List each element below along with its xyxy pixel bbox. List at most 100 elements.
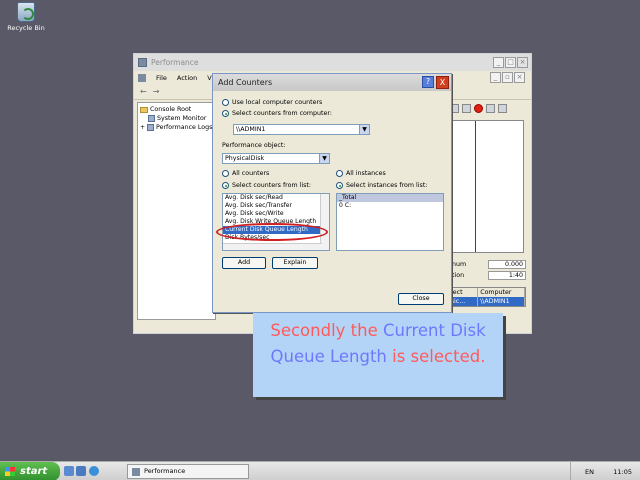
menu-action[interactable]: Action <box>177 74 197 82</box>
radio-instances-list[interactable]: Select instances from list: <box>336 182 427 189</box>
radio-label: All instances <box>346 170 386 177</box>
menu-app-icon <box>138 73 146 82</box>
system-tray: EN 11:05 <box>570 462 640 480</box>
list-item[interactable]: Disk Bytes/sec <box>223 234 329 242</box>
counter-legend[interactable]: bject Computer ysic... \\ADMIN1 <box>444 287 526 307</box>
help-icon[interactable] <box>498 104 507 113</box>
stat-value: 1:40 <box>488 271 526 280</box>
radio-label: Select instances from list: <box>346 182 428 189</box>
monitor-icon <box>148 115 155 122</box>
stat-label: num <box>452 261 467 268</box>
monitor-toolbar <box>450 104 507 113</box>
properties-icon[interactable] <box>486 104 495 113</box>
language-indicator[interactable]: EN <box>585 468 594 476</box>
radio-circle <box>222 99 229 106</box>
radio-circle <box>222 110 229 117</box>
folder-icon <box>140 106 148 113</box>
legend-header: bject Computer <box>445 288 525 297</box>
internet-explorer-icon[interactable] <box>89 466 99 476</box>
chevron-down-icon[interactable]: ▼ <box>319 154 329 163</box>
logs-icon <box>147 124 154 131</box>
graph-stats: num 0.000 tion 1:40 <box>452 259 526 281</box>
copy-icon[interactable] <box>462 104 471 113</box>
perf-object-label: Performance object: <box>222 142 286 149</box>
radio-use-local[interactable]: Use local computer counters <box>222 99 322 106</box>
radio-counters-list[interactable]: Select counters from list: <box>222 182 311 189</box>
performance-graph <box>452 120 524 253</box>
start-button[interactable]: start <box>0 462 60 480</box>
list-item[interactable]: Avg. Disk sec/Transfer <box>223 202 329 210</box>
dialog-title: Add Counters <box>218 78 273 87</box>
radio-circle <box>222 170 229 177</box>
performance-titlebar[interactable]: Performance _ □ × <box>134 54 531 71</box>
caption-text: is selected. <box>386 347 486 366</box>
close-window-button[interactable]: × <box>517 57 528 68</box>
radio-select-computer[interactable]: Select counters from computer: <box>222 110 332 117</box>
explain-button[interactable]: Explain <box>272 257 318 269</box>
perf-object-combo[interactable]: PhysicalDisk ▼ <box>222 153 330 164</box>
computer-combo[interactable]: \\ADMIN1 ▼ <box>233 124 370 135</box>
list-item[interactable]: Avg. Disk Write Queue Length <box>223 218 329 226</box>
radio-all-instances[interactable]: All instances <box>336 170 386 177</box>
menu-file[interactable]: File <box>156 74 167 82</box>
taskbar-item-performance[interactable]: Performance <box>127 464 249 479</box>
legend-col-computer[interactable]: Computer <box>478 288 525 297</box>
recycle-bin-graphic <box>17 2 35 22</box>
radio-circle <box>336 170 343 177</box>
list-item-selected[interactable]: Current Disk Queue Length <box>223 226 329 234</box>
recycle-bin-icon[interactable]: Recycle Bin <box>4 2 48 32</box>
show-desktop-icon[interactable] <box>64 466 74 476</box>
legend-row[interactable]: ysic... \\ADMIN1 <box>445 297 525 306</box>
performance-app-icon <box>138 58 147 67</box>
legend-cell: \\ADMIN1 <box>478 297 525 306</box>
inner-minimize-button[interactable]: _ <box>490 72 501 83</box>
stat-row: num 0.000 <box>452 259 526 270</box>
counters-hscroll[interactable] <box>223 243 322 250</box>
tree-label: Console Root <box>150 106 192 113</box>
chevron-down-icon[interactable]: ▼ <box>359 125 369 134</box>
tree-system-monitor[interactable]: System Monitor <box>140 114 213 123</box>
counters-listbox[interactable]: Avg. Disk sec/Read Avg. Disk sec/Transfe… <box>222 193 330 251</box>
radio-all-counters[interactable]: All counters <box>222 170 269 177</box>
add-button[interactable]: Add <box>222 257 266 269</box>
minimize-button[interactable]: _ <box>493 57 504 68</box>
instances-listbox[interactable]: _Total 0 C: <box>336 193 444 251</box>
console-tree[interactable]: Console Root System Monitor + Performanc… <box>137 102 216 320</box>
graph-time-bar <box>475 121 476 252</box>
radio-circle <box>222 182 229 189</box>
list-item[interactable]: _Total <box>337 194 443 202</box>
taskbar: start Performance EN 11:05 <box>0 461 640 480</box>
tree-performance-logs[interactable]: + Performance Logs <box>140 123 213 132</box>
maximize-button[interactable]: □ <box>505 57 516 68</box>
expand-plus-icon[interactable]: + <box>140 124 145 131</box>
stat-value: 0.000 <box>488 260 526 269</box>
performance-title: Performance <box>151 58 199 67</box>
perf-object-value: PhysicalDisk <box>225 155 265 162</box>
quicklaunch-icon[interactable] <box>76 466 86 476</box>
help-button[interactable]: ? <box>422 76 434 88</box>
radio-label: Select counters from computer: <box>232 110 332 117</box>
add-counters-dialog[interactable]: Add Counters ? X Use local computer coun… <box>212 73 452 313</box>
tree-label: Performance Logs <box>156 124 213 131</box>
radio-circle <box>336 182 343 189</box>
radio-label: All counters <box>232 170 270 177</box>
radio-label: Select counters from list: <box>232 182 311 189</box>
tree-label: System Monitor <box>157 115 207 122</box>
tree-console-root[interactable]: Console Root <box>140 105 213 114</box>
list-item[interactable]: 0 C: <box>337 202 443 210</box>
dialog-close-button[interactable]: X <box>436 76 449 89</box>
list-item[interactable]: Avg. Disk sec/Write <box>223 210 329 218</box>
inner-close-button[interactable]: × <box>514 72 525 83</box>
back-arrow-icon[interactable]: ← <box>140 87 147 96</box>
list-item[interactable]: Avg. Disk sec/Read <box>223 194 329 202</box>
caption-text: Secondly the <box>270 321 383 340</box>
stat-row: tion 1:40 <box>452 270 526 281</box>
clock[interactable]: 11:05 <box>613 468 632 476</box>
stop-icon[interactable] <box>474 104 483 113</box>
stat-label: tion <box>452 272 465 279</box>
inner-restore-button[interactable]: ▫ <box>502 72 513 83</box>
close-button[interactable]: Close <box>398 293 444 305</box>
dialog-titlebar[interactable]: Add Counters <box>213 74 451 91</box>
forward-arrow-icon[interactable]: → <box>153 87 160 96</box>
counters-vscroll[interactable] <box>320 194 329 250</box>
